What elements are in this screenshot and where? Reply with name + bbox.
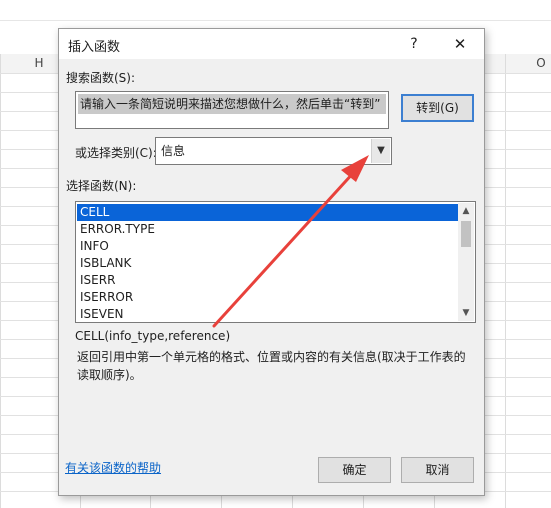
chevron-down-icon[interactable]: ▼ xyxy=(371,139,390,163)
ok-button[interactable]: 确定 xyxy=(318,457,391,483)
grid-line xyxy=(0,54,1,508)
insert-function-dialog: 插入函数 ? ✕ 搜索函数(S): 请输入一条简短说明来描述您想做什么，然后单击… xyxy=(58,28,485,496)
dialog-titlebar: 插入函数 ? ✕ xyxy=(59,29,484,59)
function-item-iseven[interactable]: ISEVEN xyxy=(77,306,458,322)
category-select[interactable]: 信息 ▼ xyxy=(155,137,392,165)
function-list[interactable]: CELL ERROR.TYPE INFO ISBLANK ISERR ISERR… xyxy=(75,201,476,323)
category-label: 或选择类别(C): xyxy=(75,146,157,160)
function-item-iserr[interactable]: ISERR xyxy=(77,272,458,289)
scroll-up-icon[interactable]: ▲ xyxy=(458,203,474,219)
column-header-o[interactable]: O xyxy=(530,54,551,73)
function-item-error-type[interactable]: ERROR.TYPE xyxy=(77,221,458,238)
function-item-cell[interactable]: CELL xyxy=(77,204,458,221)
scrollbar-thumb[interactable] xyxy=(461,221,471,247)
goto-button[interactable]: 转到(G) xyxy=(401,94,474,122)
formula-bar-area xyxy=(0,0,551,21)
search-function-label: 搜索函数(S): xyxy=(66,71,136,85)
function-signature: CELL(info_type,reference) xyxy=(75,329,231,343)
function-help-link[interactable]: 有关该函数的帮助 xyxy=(65,459,161,476)
column-header-h[interactable]: H xyxy=(28,54,50,73)
function-item-isblank[interactable]: ISBLANK xyxy=(77,255,458,272)
search-function-input[interactable]: 请输入一条简短说明来描述您想做什么，然后单击“转到” xyxy=(75,91,389,129)
select-function-label: 选择函数(N): xyxy=(66,179,137,193)
cancel-button[interactable]: 取消 xyxy=(401,457,474,483)
dialog-title: 插入函数 xyxy=(68,40,121,55)
search-function-text[interactable]: 请输入一条简短说明来描述您想做什么，然后单击“转到” xyxy=(78,94,386,114)
scroll-down-icon[interactable]: ▼ xyxy=(458,305,474,321)
function-item-info[interactable]: INFO xyxy=(77,238,458,255)
function-description: 返回引用中第一个单元格的格式、位置或内容的有关信息(取决于工作表的读取顺序)。 xyxy=(77,350,466,382)
function-item-iserror[interactable]: ISERROR xyxy=(77,289,458,306)
category-value: 信息 xyxy=(161,144,186,158)
function-list-scrollbar[interactable]: ▲ ▼ xyxy=(458,203,474,321)
close-button[interactable]: ✕ xyxy=(447,33,473,55)
grid-line xyxy=(505,54,506,508)
help-button[interactable]: ? xyxy=(402,33,426,55)
